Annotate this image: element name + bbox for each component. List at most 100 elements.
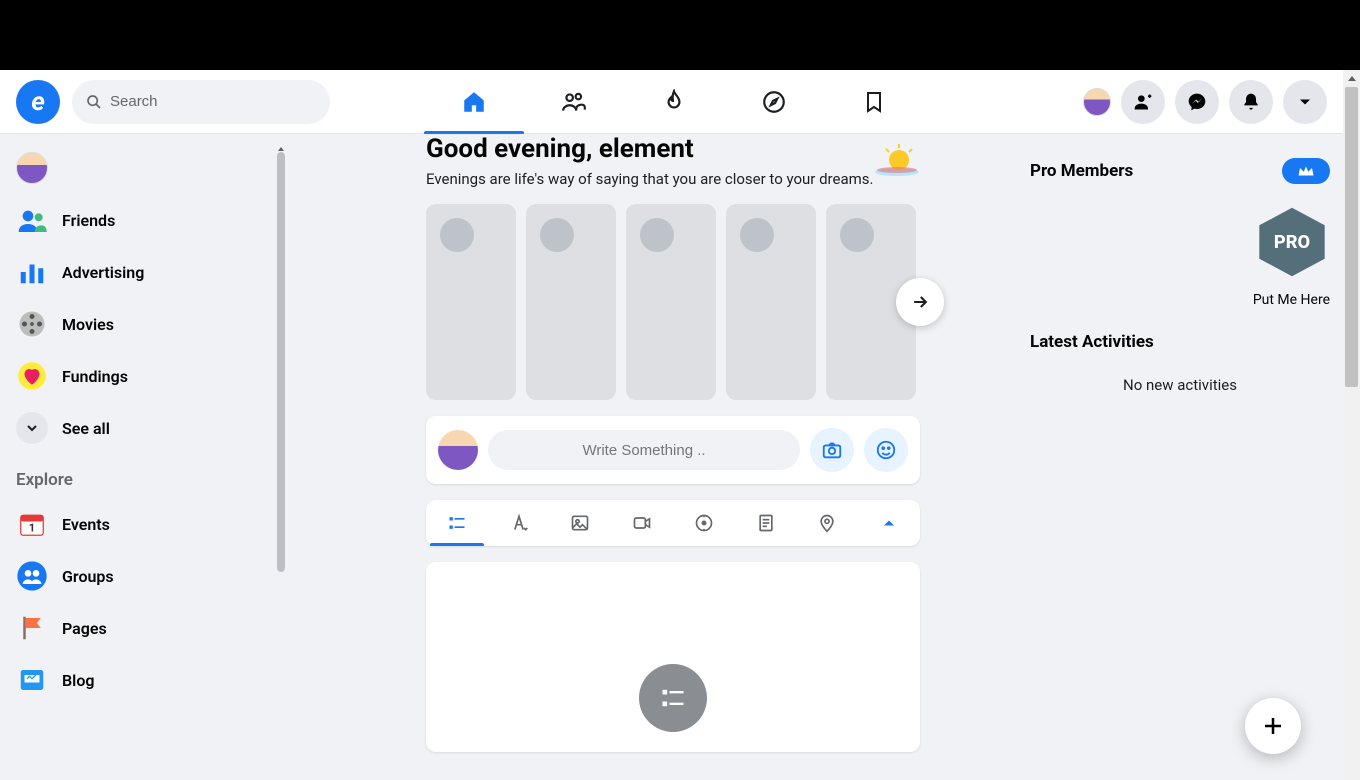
pro-members-header: Pro Members [1030,158,1330,184]
sidebar-profile[interactable] [8,142,276,194]
video-icon [632,513,652,533]
empty-feed-icon [639,664,707,732]
svg-text:1: 1 [29,522,35,535]
sidebar-advertising[interactable]: Advertising [8,246,276,298]
sidebar-item-label: Blog [62,671,94,690]
feed-filter-tabs [426,500,920,546]
main-content: Good evening, element Evenings are life'… [296,134,1030,752]
feed-tab-all[interactable] [426,500,488,546]
smile-icon [875,439,897,461]
sidebar-movies[interactable]: Movies [8,298,276,350]
chevron-up-icon [879,513,899,533]
user-avatar-small[interactable] [1083,88,1111,116]
story-card[interactable] [526,204,616,400]
story-card[interactable] [426,204,516,400]
pro-badge-icon: PRO [1254,204,1330,280]
stories-row [426,204,920,400]
pro-put-me-here: Put Me Here [1030,292,1330,308]
avatar-icon [16,152,48,184]
page-scrollbar[interactable] [1343,70,1360,780]
sidebar-see-all[interactable]: See all [8,402,276,454]
camera-icon [821,439,843,461]
story-card[interactable] [726,204,816,400]
sidebar-blog[interactable]: Blog [8,654,276,706]
search-input[interactable] [110,93,316,110]
svg-text:PRO: PRO [1274,232,1310,253]
messenger-icon [1187,92,1207,112]
feed-tab-collapse[interactable] [858,500,920,546]
sidebar-scrollbar[interactable] [276,140,286,152]
nav-explore[interactable] [724,70,824,134]
composer-camera-button[interactable] [810,428,854,472]
right-sidebar: Pro Members PRO Put Me Here Latest Activ… [1030,134,1330,394]
create-fab[interactable] [1245,698,1301,754]
post-composer [426,416,920,484]
sidebar-item-label: Advertising [62,263,144,282]
nav-saved[interactable] [824,70,924,134]
story-card[interactable] [626,204,716,400]
feed-tab-text[interactable] [488,500,550,546]
pro-promo-card[interactable]: PRO Put Me Here [1030,204,1330,308]
sidebar-scroll-thumb[interactable] [277,152,285,572]
site-logo[interactable]: e [16,80,60,124]
composer-avatar[interactable] [438,430,478,470]
notifications-button[interactable] [1229,80,1273,124]
sidebar-item-label: Pages [62,619,107,638]
account-menu-button[interactable] [1283,80,1327,124]
pro-crown-button[interactable] [1282,158,1330,184]
sidebar-item-label: Events [62,515,110,534]
calendar-icon: 1 [16,508,48,540]
sidebar-pages[interactable]: Pages [8,602,276,654]
pro-members-label: Pro Members [1030,161,1133,181]
chevron-down-icon [16,412,48,444]
chart-icon [16,256,48,288]
plus-icon [1261,714,1285,738]
caret-down-icon [1295,92,1315,112]
explore-heading: Explore [8,454,276,498]
feed-tab-location[interactable] [797,500,859,546]
feed-tab-video[interactable] [611,500,673,546]
messenger-button[interactable] [1175,80,1219,124]
sidebar-friends[interactable]: Friends [8,194,276,246]
scroll-thumb[interactable] [1345,87,1358,387]
heart-icon [16,360,48,392]
nav-home[interactable] [424,70,524,134]
flag-icon [16,612,48,644]
feed-empty-state [426,562,920,752]
feed-tab-photo[interactable] [550,500,612,546]
text-tool-icon [509,513,529,533]
no-activities-text: No new activities [1030,376,1330,394]
topbar-actions [1083,70,1327,134]
crown-icon [1297,164,1315,178]
bell-icon [1241,92,1261,112]
sidebar-item-label: Movies [62,315,114,334]
groups-icon [16,560,48,592]
friend-request-button[interactable] [1121,80,1165,124]
flame-icon [661,89,687,115]
bookmark-icon [862,90,886,114]
feed-tab-audio[interactable] [673,500,735,546]
greeting-title: Good evening, element [426,134,920,164]
nav-trending[interactable] [624,70,724,134]
sidebar-item-label: Fundings [62,367,128,386]
top-nav [424,70,924,134]
composer-emoji-button[interactable] [864,428,908,472]
movies-icon [16,308,48,340]
stories-next-button[interactable] [896,278,944,326]
list-icon [447,513,467,533]
sidebar-groups[interactable]: Groups [8,550,276,602]
blog-icon [16,664,48,696]
scroll-up-button[interactable] [1343,70,1360,87]
composer-input[interactable] [488,430,800,470]
friends-icon [16,204,48,236]
search-container[interactable] [72,80,330,124]
nav-people[interactable] [524,70,624,134]
sidebar-item-label: Groups [62,567,114,586]
home-icon [461,89,487,115]
feed-tab-file[interactable] [735,500,797,546]
sidebar-events[interactable]: 1 Events [8,498,276,550]
sidebar-fundings[interactable]: Fundings [8,350,276,402]
greeting-subtitle: Evenings are life's way of saying that y… [426,170,920,188]
add-friend-icon [1133,92,1153,112]
arrow-right-icon [910,292,930,312]
